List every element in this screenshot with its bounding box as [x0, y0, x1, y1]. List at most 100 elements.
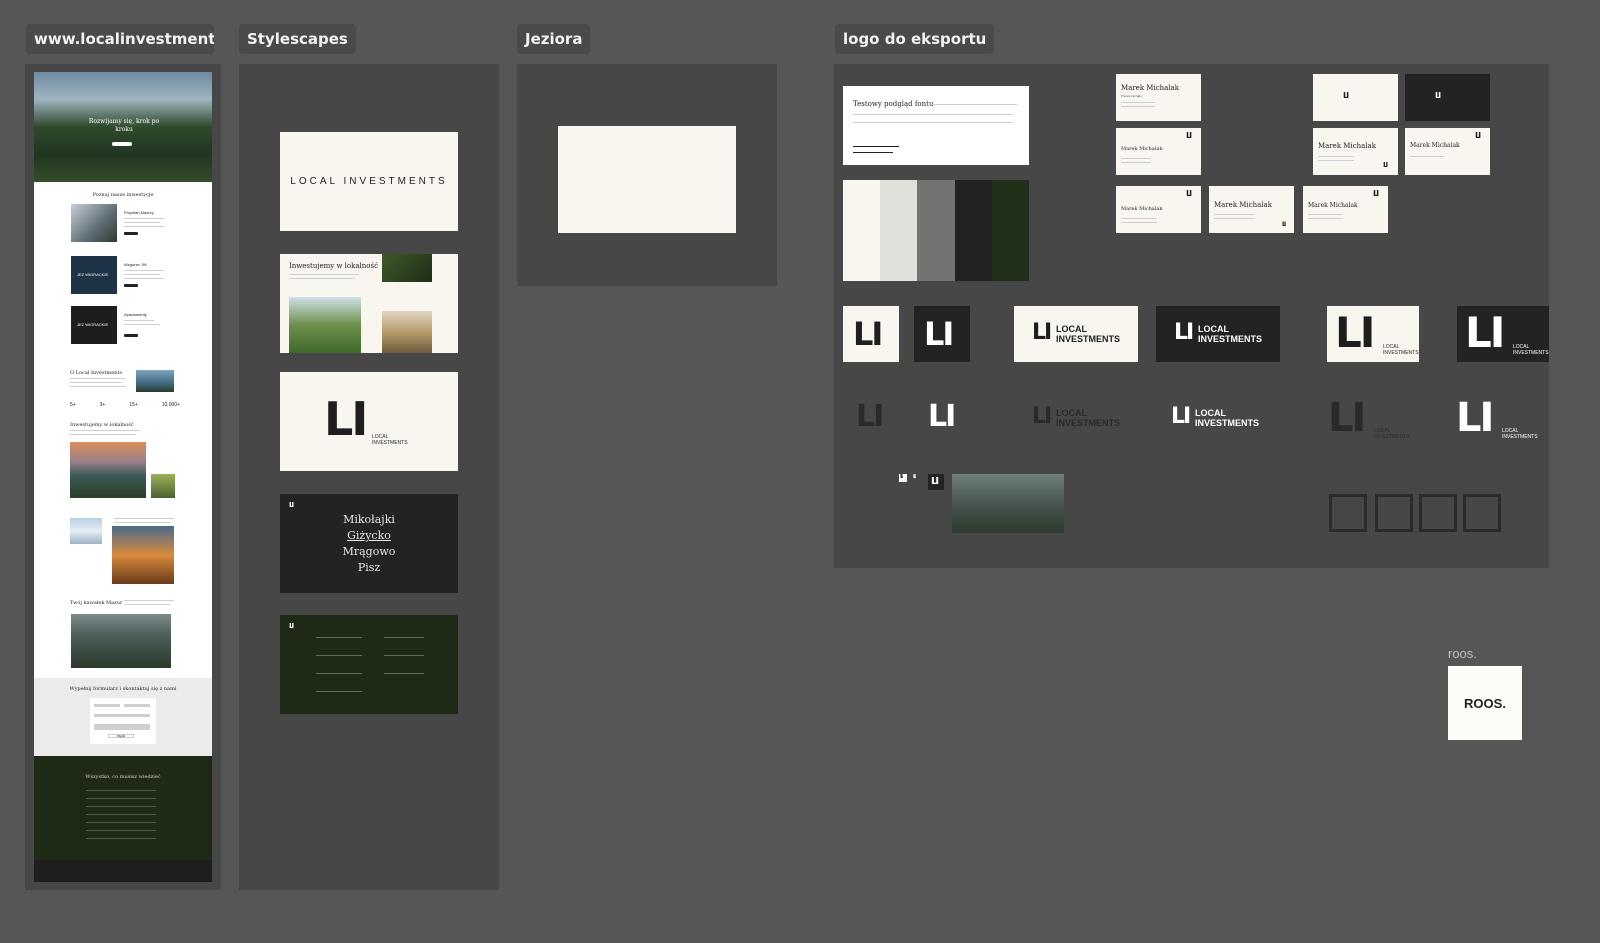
invest-item-1: Przystań Mazury — [124, 210, 154, 215]
pattern-icon-1 — [1329, 494, 1367, 532]
business-card-1[interactable]: Marek Michalak Prezes zarządu — [1116, 74, 1201, 121]
pattern-icon-2 — [1375, 494, 1413, 532]
card-name-1: Marek Michalak — [1121, 84, 1179, 92]
faq-title: Wszystko, co musisz wiedzieć — [85, 774, 161, 780]
favicon-small-transparent[interactable]: LI — [913, 475, 916, 480]
about-image — [136, 370, 174, 392]
logo-square-dark[interactable]: LI — [914, 306, 970, 362]
card-name-7: Marek Michalak — [1410, 142, 1460, 149]
roos-logo-text: ROOS. — [1464, 696, 1506, 711]
invest-item-3: Apartamenty — [124, 312, 147, 317]
form-submit-button[interactable]: Wyślij — [108, 734, 134, 738]
favicon-dark[interactable]: LI — [928, 474, 944, 490]
stylescape-wordmark[interactable]: LOCAL INVESTMENTS — [280, 132, 458, 231]
business-card-4[interactable]: Marek Michalak LI — [1209, 186, 1294, 233]
invest-image-3: JEZ WIGRACKIE — [71, 306, 117, 344]
website-region-title: Inwestujemy w lokalność — [70, 422, 134, 428]
brand-wordmark: LOCAL INVESTMENTS — [290, 176, 448, 187]
stylescape-invest[interactable]: Inwestujemy w lokalność — [280, 254, 458, 353]
card-name-3: Marek Michalak — [1121, 206, 1163, 212]
stat-2: 3+ — [99, 402, 106, 408]
invest-image-1 — [71, 204, 117, 242]
logo-transparent-dark[interactable]: LI — [856, 402, 884, 432]
invest-item-2: Wzgórze JW — [124, 262, 147, 267]
city-4: Pisz — [357, 561, 381, 574]
city-1: Mikołajki — [343, 513, 395, 526]
website-footer — [34, 860, 212, 882]
frame-label-logo-export[interactable]: logo do eksportu — [835, 24, 995, 54]
business-card-back-dark[interactable]: LI — [1405, 74, 1490, 121]
website-hero-button[interactable] — [112, 142, 132, 146]
color-swatch-grey — [917, 180, 955, 281]
business-card-back-cream[interactable]: LI — [1313, 74, 1398, 121]
stylescape-green-info[interactable]: LI — [280, 615, 458, 714]
form-title: Wypełnij formularz i skontaktuj się z na… — [69, 686, 177, 692]
website-section-invest: Poznaj nasze inwestycje — [92, 192, 154, 198]
logo-horizontal-dark[interactable]: LI LOCAL INVESTMENTS — [1156, 306, 1280, 362]
website-form-section: Wypełnij formularz i skontaktuj się z na… — [34, 678, 212, 756]
card-name-4: Marek Michalak — [1214, 201, 1272, 209]
roos-label[interactable]: roos. — [1448, 646, 1477, 661]
card-role-1: Prezes zarządu — [1121, 94, 1142, 98]
team-image — [71, 614, 171, 668]
stylescape-image-people — [382, 311, 432, 353]
stylescape-logo-text: LOCAL INVESTMENTS — [372, 434, 408, 446]
region-image-large — [70, 442, 146, 498]
logo-export-frame[interactable]: Testowy podgląd fontu Marek Michalak Pre… — [834, 64, 1549, 568]
business-card-2[interactable]: LI Marek Michalak — [1116, 128, 1201, 175]
lake-photo — [952, 474, 1064, 533]
color-palette — [843, 180, 1030, 281]
invest-more-1[interactable] — [124, 232, 138, 235]
stat-3: 15+ — [129, 402, 138, 408]
region-image-4 — [112, 526, 174, 584]
city-3: Mrągowo — [342, 545, 396, 558]
logo-square-light[interactable]: LI — [843, 306, 899, 362]
pattern-icon-4 — [1463, 494, 1501, 532]
logo-transparent-light[interactable]: LI — [928, 402, 956, 432]
card-name-2: Marek Michalak — [1121, 146, 1163, 152]
website-frame[interactable]: Rozwijamy się, krok po kroku Poznaj nasz… — [25, 64, 221, 890]
stylescape-image-house — [289, 297, 361, 353]
website-page: Rozwijamy się, krok po kroku Poznaj nasz… — [34, 72, 212, 882]
lakes-frame[interactable] — [517, 64, 777, 286]
invest-more-2[interactable] — [124, 284, 138, 287]
stylescape-image-forest — [382, 254, 432, 282]
stat-4: 10,000+ — [161, 402, 180, 408]
stylescape-dark-logo: LI — [289, 501, 294, 509]
lakes-map-pattern — [558, 126, 736, 233]
logo-stacked-dark[interactable]: LI LOCAL INVESTMENTS — [1457, 306, 1549, 362]
contact-form[interactable]: Wyślij — [90, 698, 156, 744]
website-faq-section: Wszystko, co musisz wiedzieć — [34, 756, 212, 860]
stylescape-logo[interactable]: LI LOCAL INVESTMENTS — [280, 372, 458, 471]
website-hero-image: Rozwijamy się, krok po kroku — [34, 72, 212, 182]
font-preview-card[interactable]: Testowy podgląd fontu — [843, 86, 1029, 165]
color-swatch-black — [954, 180, 992, 281]
card-name-6: Marek Michalak — [1318, 142, 1376, 150]
stat-1: 5+ — [70, 402, 76, 408]
invest-more-3[interactable] — [124, 334, 138, 337]
font-preview-title: Testowy podgląd fontu — [853, 100, 934, 108]
region-image-3 — [70, 518, 102, 544]
card-name-5: Marek Michalak — [1308, 202, 1358, 209]
frame-label-website[interactable]: www.localinvestments.... — [26, 24, 214, 54]
website-stats: 5+ 3+ 15+ 10,000+ — [70, 402, 180, 408]
stylescapes-frame[interactable]: LOCAL INVESTMENTS Inwestujemy w lokalnoś… — [239, 64, 499, 890]
color-swatch-light-grey — [880, 180, 918, 281]
stylescape-map-dark[interactable]: LI Mikołajki Giżycko Mrągowo Pisz — [280, 494, 458, 593]
stylescape-logo-mark: LI — [324, 392, 368, 446]
stylescape-cities: Mikołajki Giżycko Mrągowo Pisz — [280, 512, 458, 576]
invest-image-2: JEZ WIGRACKIE — [71, 256, 117, 294]
business-card-7[interactable]: LI Marek Michalak — [1405, 128, 1490, 175]
website-hero-title: Rozwijamy się, krok po kroku — [88, 118, 160, 133]
roos-logo-card[interactable]: ROOS. — [1448, 666, 1522, 740]
business-card-3[interactable]: LI Marek Michalak — [1116, 186, 1201, 233]
favicon-small-light[interactable]: LI — [899, 474, 907, 482]
city-2: Giżycko — [347, 529, 391, 542]
frame-label-lakes[interactable]: Jeziora — [517, 24, 591, 54]
website-about-title: O Local Investments — [70, 370, 123, 376]
business-card-6[interactable]: Marek Michalak LI — [1313, 128, 1398, 175]
logo-stacked-light[interactable]: LI LOCAL INVESTMENTS — [1327, 306, 1419, 362]
frame-label-stylescapes[interactable]: Stylescapes — [239, 24, 356, 54]
logo-horizontal-light[interactable]: LI LOCAL INVESTMENTS — [1014, 306, 1138, 362]
business-card-5[interactable]: LI Marek Michalak — [1303, 186, 1388, 233]
